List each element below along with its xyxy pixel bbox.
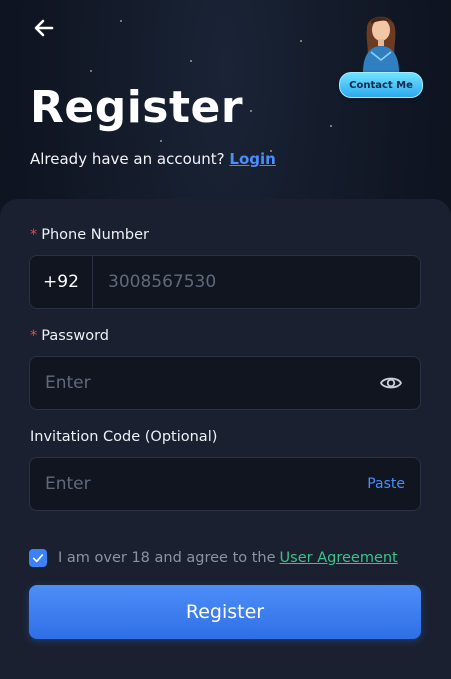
phone-input[interactable] — [93, 271, 420, 293]
agreement-checkbox[interactable] — [29, 549, 47, 567]
checkmark-icon — [32, 554, 44, 563]
contact-me-button[interactable]: Contact Me — [339, 72, 423, 98]
password-field — [29, 356, 421, 410]
login-link[interactable]: Login — [229, 150, 275, 168]
agreement-row: I am over 18 and agree to the User Agree… — [29, 549, 398, 567]
support-agent-avatar — [363, 16, 399, 72]
phone-label: * Phone Number — [30, 227, 149, 243]
country-code[interactable]: +92 — [30, 256, 93, 308]
page-title: Register — [30, 82, 244, 133]
invitation-field: Paste — [29, 457, 421, 511]
phone-field: +92 — [29, 255, 421, 309]
invitation-input[interactable] — [30, 473, 368, 495]
invitation-label: Invitation Code (Optional) — [30, 429, 218, 445]
register-button[interactable]: Register — [29, 585, 421, 639]
login-prompt: Already have an account? Login — [30, 150, 276, 168]
password-label: * Password — [30, 328, 109, 344]
arrow-left-icon — [34, 19, 54, 37]
required-asterisk: * — [30, 227, 38, 243]
password-input[interactable] — [30, 372, 379, 394]
phone-label-text: Phone Number — [41, 227, 150, 243]
back-button[interactable] — [30, 14, 58, 42]
agreement-text: I am over 18 and agree to the — [58, 550, 276, 566]
eye-icon[interactable] — [379, 371, 403, 395]
contact-widget[interactable]: Contact Me — [337, 8, 423, 100]
have-account-text: Already have an account? — [30, 150, 225, 168]
user-agreement-link[interactable]: User Agreement — [280, 550, 398, 566]
required-asterisk: * — [30, 328, 38, 344]
password-label-text: Password — [41, 328, 109, 344]
paste-button[interactable]: Paste — [367, 476, 405, 492]
